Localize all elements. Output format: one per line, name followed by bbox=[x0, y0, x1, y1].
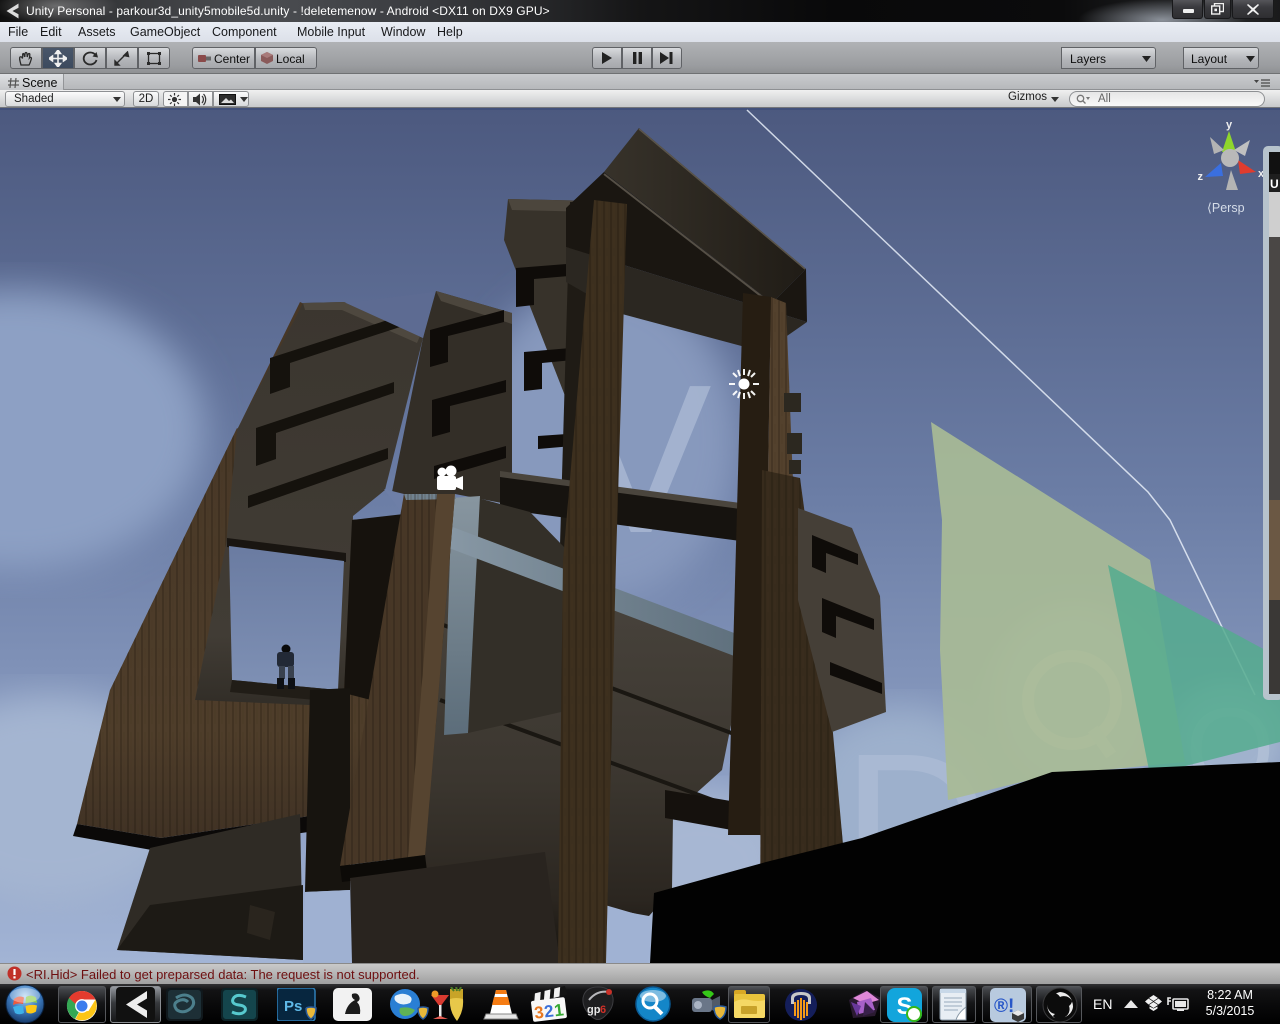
svg-text:U: U bbox=[1270, 177, 1279, 191]
svg-text:6: 6 bbox=[600, 1004, 606, 1016]
svg-text:z: z bbox=[1198, 171, 1204, 183]
svg-text:⟨Persp: ⟨Persp bbox=[1207, 201, 1245, 215]
svg-text:gp: gp bbox=[587, 1004, 601, 1016]
svg-text:y: y bbox=[1226, 119, 1233, 131]
svg-text:®!: ®! bbox=[994, 996, 1014, 1017]
svg-text:Ps: Ps bbox=[284, 998, 302, 1015]
